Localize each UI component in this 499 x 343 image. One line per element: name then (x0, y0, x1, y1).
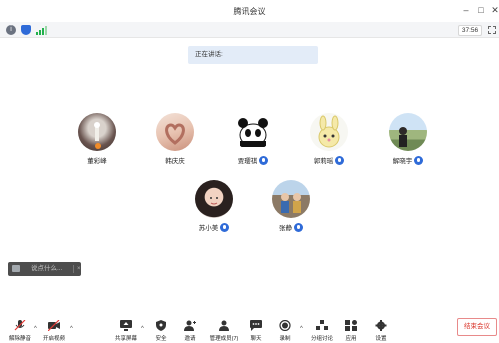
host-badge (95, 143, 101, 149)
meeting-info-bar: i 37:56 (0, 22, 499, 38)
mic-icon (259, 155, 269, 165)
avatar (310, 113, 348, 151)
signal-icon[interactable] (36, 26, 47, 35)
shield-icon (156, 320, 166, 331)
members-icon (219, 320, 229, 331)
participant-tile[interactable]: 韩庆庆 (145, 113, 205, 165)
settings-button[interactable]: 设置 (361, 320, 401, 342)
mic-icon (294, 222, 303, 232)
participant-name: 张静 (279, 225, 292, 232)
cartoon-bunny-icon (318, 115, 340, 148)
participant-tile[interactable]: 董彩峰 (67, 113, 127, 165)
video-off-icon (48, 320, 60, 331)
participant-name: 韩庆庆 (165, 158, 185, 165)
mic-icon (220, 222, 230, 232)
participant-name: 苏小美 (198, 225, 219, 232)
end-meeting-button[interactable]: 结束会议 (457, 318, 497, 336)
mic-icon (335, 155, 345, 165)
avatar (234, 113, 272, 151)
share-screen-button[interactable]: 共享屏幕 (106, 320, 146, 342)
speaking-indicator: 正在讲话: (188, 46, 318, 64)
participant-name: 董彩峰 (87, 158, 107, 165)
mic-muted-icon (14, 320, 26, 331)
shield-icon[interactable] (21, 25, 31, 35)
participant-name: 解晓宇 (392, 158, 413, 165)
participant-name: 贾璎祺 (237, 158, 258, 165)
chat-placeholder: 说点什么... (31, 265, 63, 272)
chat-bubble-icon (12, 265, 20, 272)
meeting-timer: 37:56 (458, 25, 482, 36)
avatar-face-icon (210, 197, 218, 205)
video-options-caret[interactable]: ^ (70, 326, 73, 332)
mic-icon (414, 155, 424, 165)
window-title: 腾讯会议 (233, 7, 266, 16)
panda-icon (238, 118, 268, 147)
avatar-group-icon (281, 193, 301, 213)
maximize-button[interactable]: □ (474, 3, 488, 17)
share-screen-icon (120, 320, 132, 331)
heart-hands-icon (165, 123, 185, 145)
avatar (389, 113, 427, 151)
record-icon (279, 320, 291, 331)
avatar-person-icon (399, 127, 407, 147)
participant-tile[interactable]: 苏小美 (184, 180, 244, 233)
title-bar: 腾讯会议 – □ ✕ (0, 0, 499, 22)
avatar (78, 113, 116, 151)
minimize-button[interactable]: – (459, 3, 473, 17)
close-button[interactable]: ✕ (488, 3, 499, 17)
chat-input[interactable]: 说点什么... × (8, 262, 81, 276)
chat-close-icon[interactable]: × (77, 262, 81, 276)
breakout-icon (316, 320, 328, 330)
info-icon[interactable]: i (6, 25, 16, 35)
participant-tile[interactable]: 解晓宇 (378, 113, 438, 166)
start-video-button[interactable]: 开启视频 (34, 320, 74, 342)
apps-icon (345, 320, 357, 331)
gear-icon (375, 320, 387, 331)
divider (73, 265, 74, 273)
avatar (195, 180, 233, 218)
avatar (156, 113, 194, 151)
record-button[interactable]: 录制 (265, 320, 305, 342)
fullscreen-icon[interactable] (488, 26, 496, 34)
participant-name: 郭莉瑶 (313, 158, 334, 165)
meeting-toolbar: 解除静音 ^ 开启视频 ^ 共享屏幕 ^ 安全 邀请 管理成员(7) 聊天 录制… (0, 314, 499, 343)
participant-tile[interactable]: 张静 (261, 180, 321, 233)
chat-icon (250, 320, 262, 331)
avatar (272, 180, 310, 218)
add-user-icon (184, 320, 196, 331)
participant-tile[interactable]: 郭莉瑶 (299, 113, 359, 166)
participant-tile[interactable]: 贾璎祺 (223, 113, 283, 166)
